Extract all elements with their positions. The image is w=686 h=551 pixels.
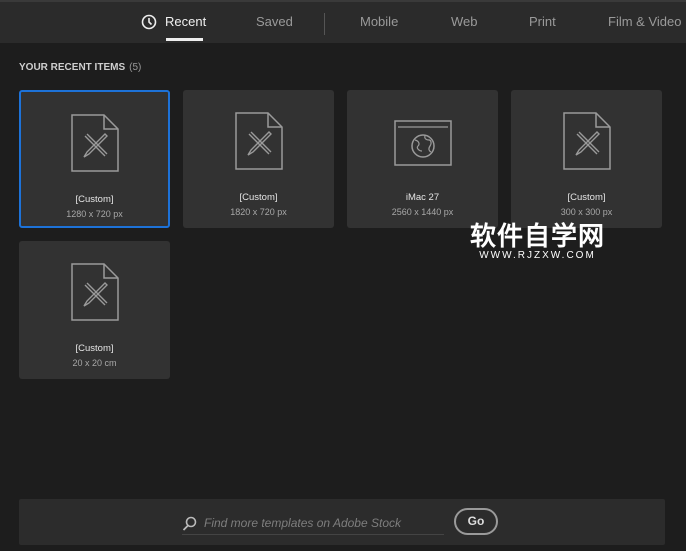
custom-document-icon (562, 112, 611, 170)
recent-item-card[interactable]: [Custom] 300 x 300 px (511, 90, 662, 228)
item-size: 1280 x 720 px (66, 209, 123, 219)
recent-item-card[interactable]: iMac 27 2560 x 1440 px (347, 90, 498, 228)
custom-document-icon (234, 112, 283, 170)
stock-search-input[interactable]: Find more templates on Adobe Stock (182, 513, 444, 535)
item-name: [Custom] (239, 192, 278, 203)
item-name: [Custom] (567, 192, 606, 203)
item-name: iMac 27 (405, 192, 440, 203)
recent-item-card[interactable]: [Custom] 1820 x 720 px (183, 90, 334, 228)
recent-item-card[interactable]: [Custom] 1280 x 720 px (19, 90, 170, 228)
item-size: 300 x 300 px (560, 207, 613, 217)
section-title: YOUR RECENT ITEMS (5) (19, 62, 142, 73)
clock-icon (141, 14, 157, 30)
recent-item-card[interactable]: [Custom] 20 x 20 cm (19, 241, 170, 379)
watermark: 软件自学网 WWW.RJZXW.COM (470, 221, 606, 261)
tab-divider (324, 13, 325, 35)
custom-document-icon (70, 263, 119, 321)
item-size: 20 x 20 cm (72, 358, 117, 368)
tab-recent[interactable]: Recent (165, 14, 206, 29)
item-count: (5) (129, 62, 142, 73)
tab-saved[interactable]: Saved (256, 14, 293, 29)
item-size: 1820 x 720 px (230, 207, 287, 217)
search-placeholder: Find more templates on Adobe Stock (204, 516, 401, 530)
search-icon (182, 516, 197, 531)
item-name: [Custom] (75, 194, 114, 205)
custom-document-icon (70, 114, 119, 172)
item-size: 2560 x 1440 px (391, 207, 454, 217)
tab-mobile[interactable]: Mobile (360, 14, 398, 29)
tab-web[interactable]: Web (451, 14, 478, 29)
template-category-tabs: Recent Saved Mobile Web Print Film & Vid… (0, 0, 686, 43)
tab-print[interactable]: Print (529, 14, 556, 29)
web-browser-icon (393, 120, 452, 166)
tab-film-video[interactable]: Film & Video (608, 14, 681, 29)
active-tab-indicator (166, 38, 203, 41)
go-button[interactable]: Go (454, 508, 498, 535)
item-name: [Custom] (75, 343, 114, 354)
